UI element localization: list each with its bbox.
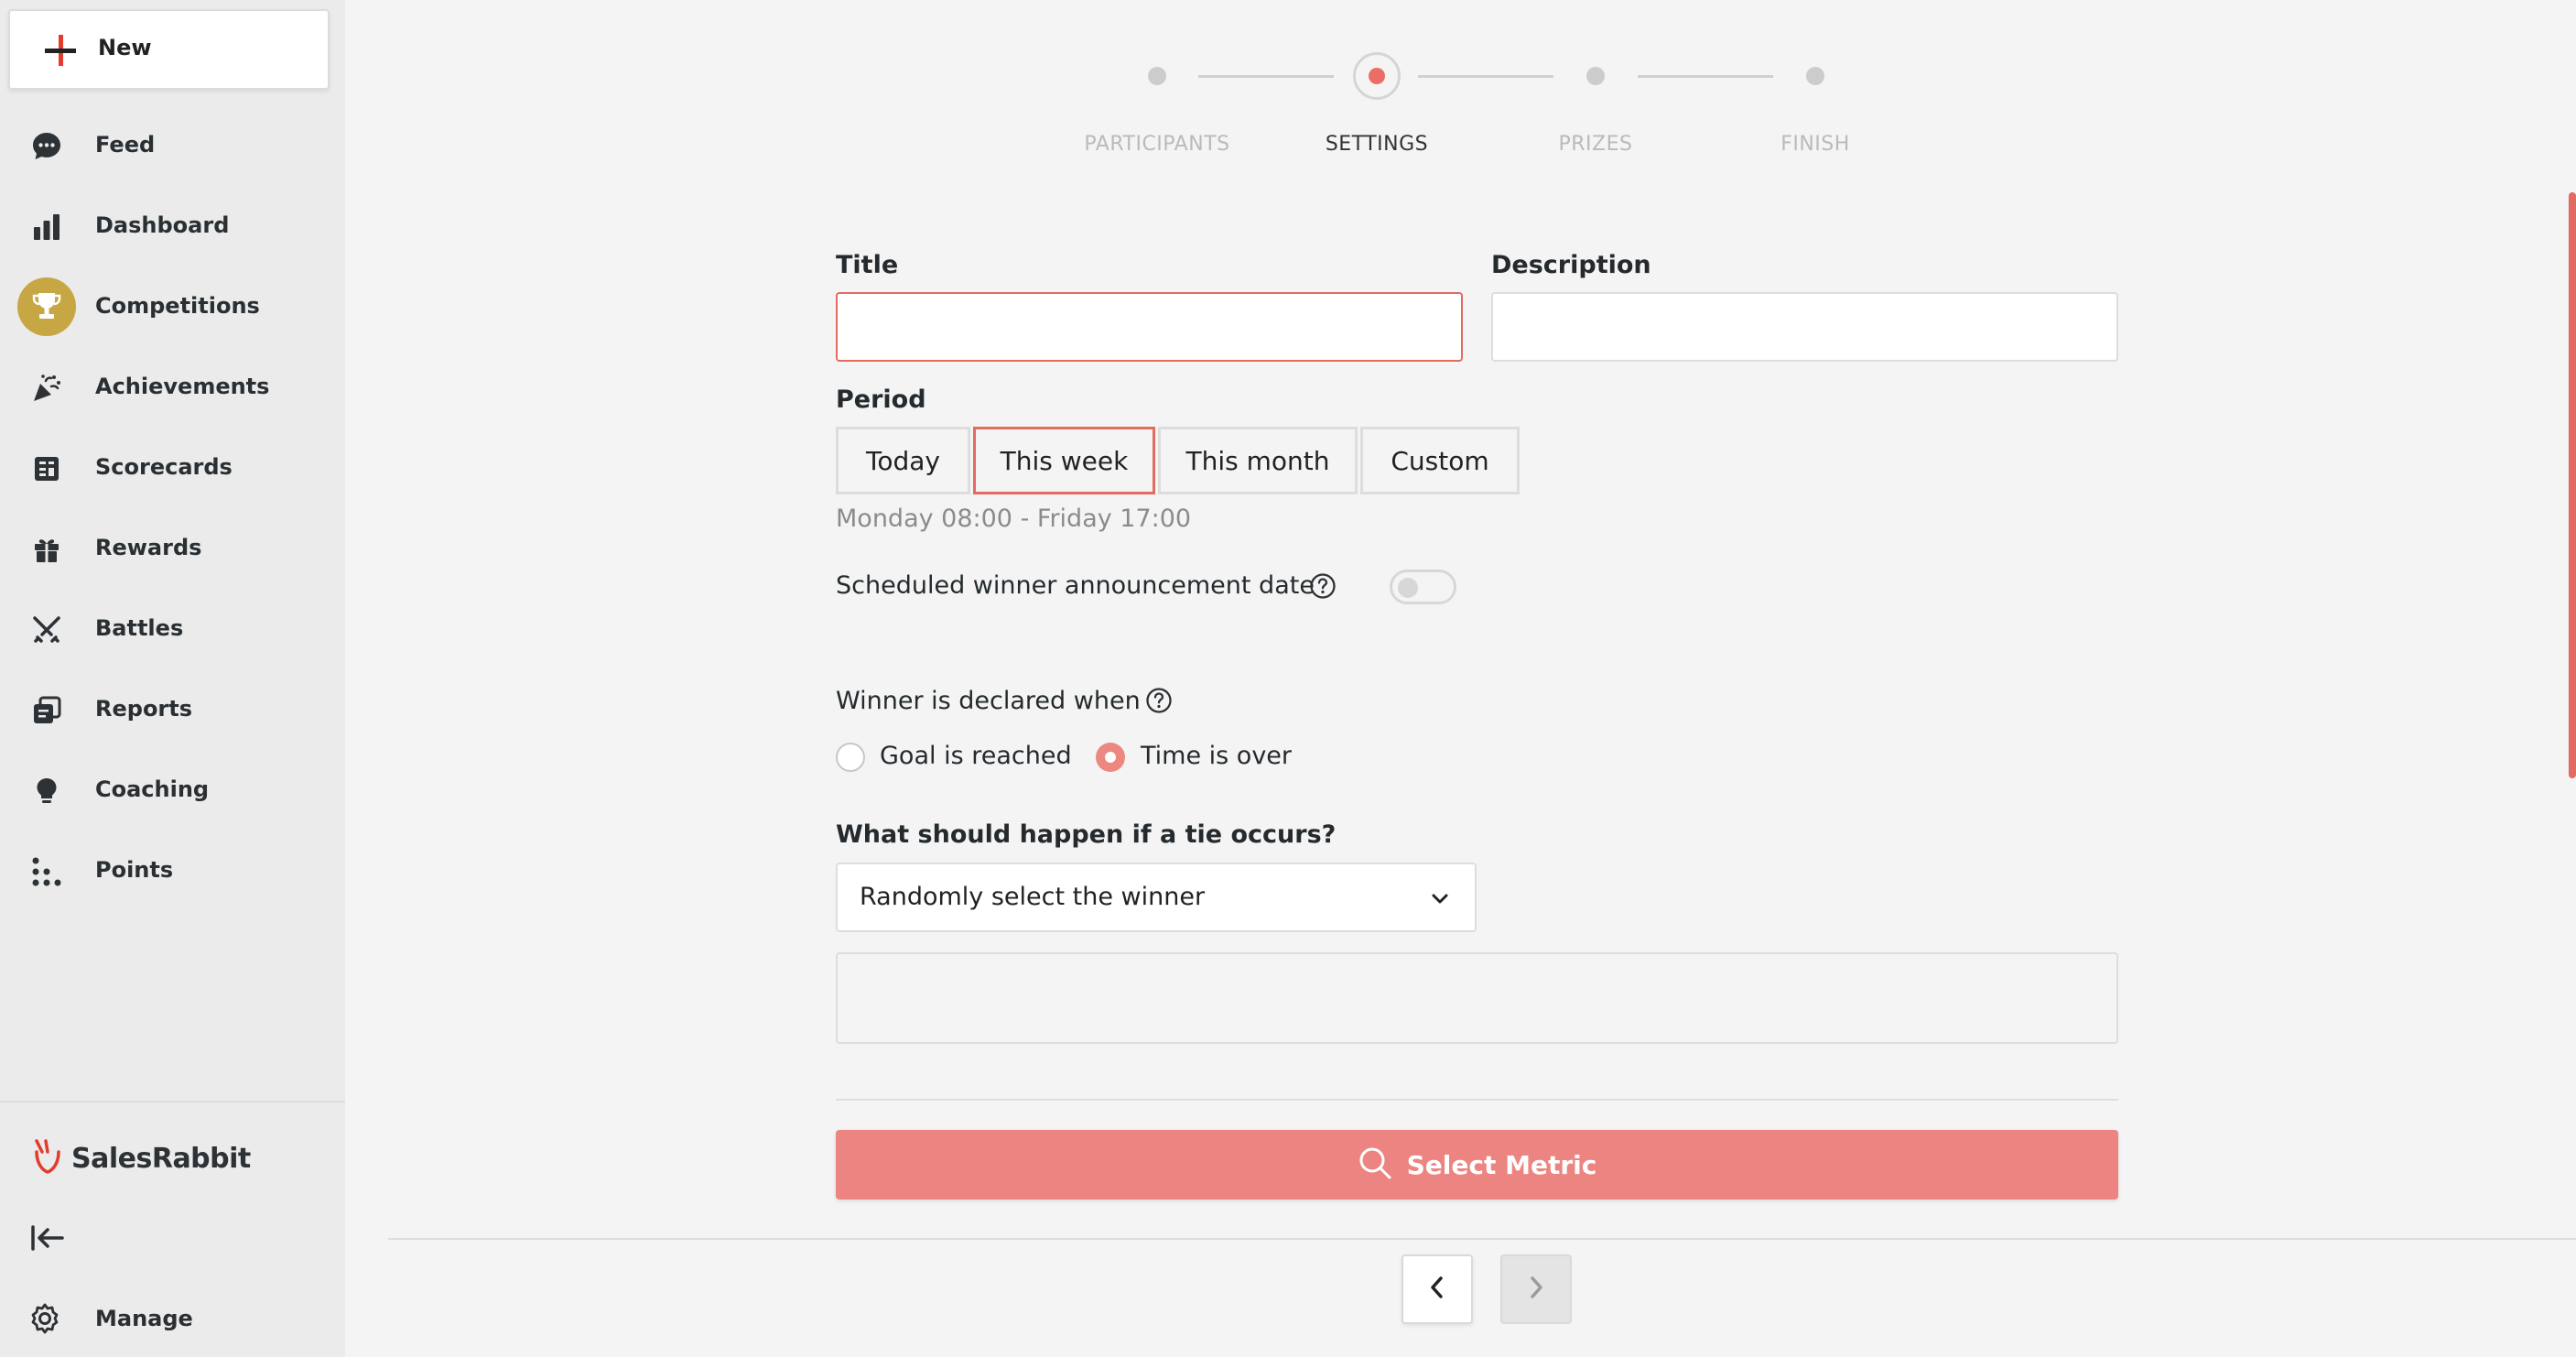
- sidebar-item-label: Scorecards: [95, 454, 233, 480]
- toggle-knob: [1398, 578, 1418, 598]
- scrollbar[interactable]: [2569, 192, 2576, 778]
- sidebar-item-label: Achievements: [95, 374, 270, 399]
- radio-time-over[interactable]: [1096, 743, 1125, 772]
- radio-label-goal-reached[interactable]: Goal is reached: [880, 742, 1072, 770]
- step-dot-finish[interactable]: [1806, 67, 1824, 85]
- winner-declared-label: Winner is declared when: [836, 687, 1141, 715]
- step-label-participants[interactable]: PARTICIPANTS: [1047, 133, 1267, 156]
- tie-select[interactable]: Randomly select the winner: [836, 863, 1477, 932]
- radio-goal-reached[interactable]: [836, 743, 865, 772]
- sidebar-item-label: Rewards: [95, 535, 202, 560]
- chevron-right-icon: [1525, 1275, 1547, 1304]
- step-dot-participants[interactable]: [1148, 67, 1166, 85]
- stepper-connector: [1638, 75, 1773, 78]
- step-label-prizes[interactable]: PRIZES: [1486, 133, 1705, 156]
- crossed-swords-icon: [28, 612, 65, 648]
- step-dot-settings[interactable]: [1353, 52, 1401, 100]
- sidebar: New Feed Dashboard Competitions Achievem…: [0, 0, 345, 1357]
- period-option-this-month[interactable]: This month: [1158, 427, 1358, 494]
- rabbit-logo-icon: [33, 1139, 62, 1178]
- gear-icon: [28, 1302, 65, 1339]
- chevron-left-icon: [1426, 1275, 1448, 1304]
- sidebar-item-rewards[interactable]: Rewards: [0, 515, 345, 581]
- title-label: Title: [836, 251, 899, 279]
- party-popper-icon: [28, 370, 65, 407]
- step-label-finish[interactable]: FINISH: [1705, 133, 1925, 156]
- sidebar-item-manage[interactable]: Manage: [0, 1286, 345, 1352]
- sidebar-item-label: Dashboard: [95, 212, 230, 238]
- tie-details-box: [836, 952, 2118, 1044]
- stepper-connector: [1198, 75, 1334, 78]
- sidebar-item-label: Competitions: [95, 293, 260, 319]
- next-step-button[interactable]: [1500, 1254, 1572, 1324]
- chevron-down-icon: [1429, 888, 1451, 910]
- scorecard-icon: [28, 451, 65, 487]
- stepper-connector: [1418, 75, 1553, 78]
- tie-select-value: Randomly select the winner: [860, 883, 1206, 911]
- scheduled-announcement-toggle[interactable]: [1390, 570, 1456, 604]
- sidebar-item-scorecards[interactable]: Scorecards: [0, 434, 345, 500]
- help-icon[interactable]: [1309, 572, 1337, 600]
- bar-chart-icon: [28, 209, 65, 245]
- form-divider: [836, 1099, 2118, 1101]
- period-option-today[interactable]: Today: [836, 427, 970, 494]
- sidebar-item-coaching[interactable]: Coaching: [0, 756, 345, 822]
- select-metric-label: Select Metric: [1406, 1149, 1597, 1180]
- search-icon: [1358, 1145, 1392, 1184]
- sidebar-item-reports[interactable]: Reports: [0, 676, 345, 742]
- scheduled-announcement-label: Scheduled winner announcement date: [836, 571, 1315, 600]
- period-option-custom[interactable]: Custom: [1360, 427, 1520, 494]
- radio-label-time-over[interactable]: Time is over: [1141, 742, 1292, 770]
- brand-logo: SalesRabbit: [33, 1139, 251, 1178]
- sidebar-item-achievements[interactable]: Achievements: [0, 353, 345, 419]
- sidebar-item-label: Battles: [95, 615, 184, 641]
- dots-grid-icon: [28, 853, 65, 890]
- sidebar-divider: [0, 1101, 345, 1102]
- previous-step-button[interactable]: [1402, 1254, 1473, 1324]
- description-label: Description: [1491, 251, 1651, 279]
- sidebar-item-label: Feed: [95, 132, 156, 157]
- new-button-label: New: [98, 35, 152, 60]
- reports-icon: [28, 692, 65, 729]
- sidebar-item-competitions[interactable]: Competitions: [0, 273, 345, 339]
- sidebar-item-feed[interactable]: Feed: [0, 112, 345, 178]
- sidebar-item-points[interactable]: Points: [0, 837, 345, 903]
- manage-label: Manage: [95, 1306, 193, 1331]
- period-option-this-week[interactable]: This week: [973, 427, 1155, 494]
- description-input[interactable]: [1491, 292, 2118, 362]
- brand-name: SalesRabbit: [71, 1142, 251, 1175]
- gift-icon: [28, 531, 65, 568]
- title-input[interactable]: [836, 292, 1463, 362]
- period-hint: Monday 08:00 - Friday 17:00: [836, 505, 1192, 533]
- period-segmented-control: Today This week This month Custom: [836, 427, 1522, 494]
- step-dot-prizes[interactable]: [1586, 67, 1605, 85]
- chat-bubble-icon: [28, 128, 65, 165]
- collapse-sidebar-icon[interactable]: [29, 1221, 66, 1254]
- sidebar-item-battles[interactable]: Battles: [0, 595, 345, 661]
- period-label: Period: [836, 385, 926, 414]
- select-metric-button[interactable]: Select Metric: [836, 1130, 2118, 1200]
- trophy-icon: [17, 277, 76, 336]
- new-button[interactable]: New: [8, 9, 330, 90]
- sidebar-item-label: Points: [95, 857, 174, 883]
- footer-divider: [388, 1238, 2576, 1240]
- plus-icon: [45, 35, 76, 66]
- tie-label: What should happen if a tie occurs?: [836, 820, 1337, 849]
- sidebar-item-label: Coaching: [95, 776, 210, 802]
- step-label-settings[interactable]: SETTINGS: [1267, 133, 1487, 156]
- help-icon[interactable]: [1145, 687, 1173, 714]
- lightbulb-icon: [28, 773, 65, 809]
- sidebar-item-label: Reports: [95, 696, 193, 722]
- sidebar-item-dashboard[interactable]: Dashboard: [0, 192, 345, 258]
